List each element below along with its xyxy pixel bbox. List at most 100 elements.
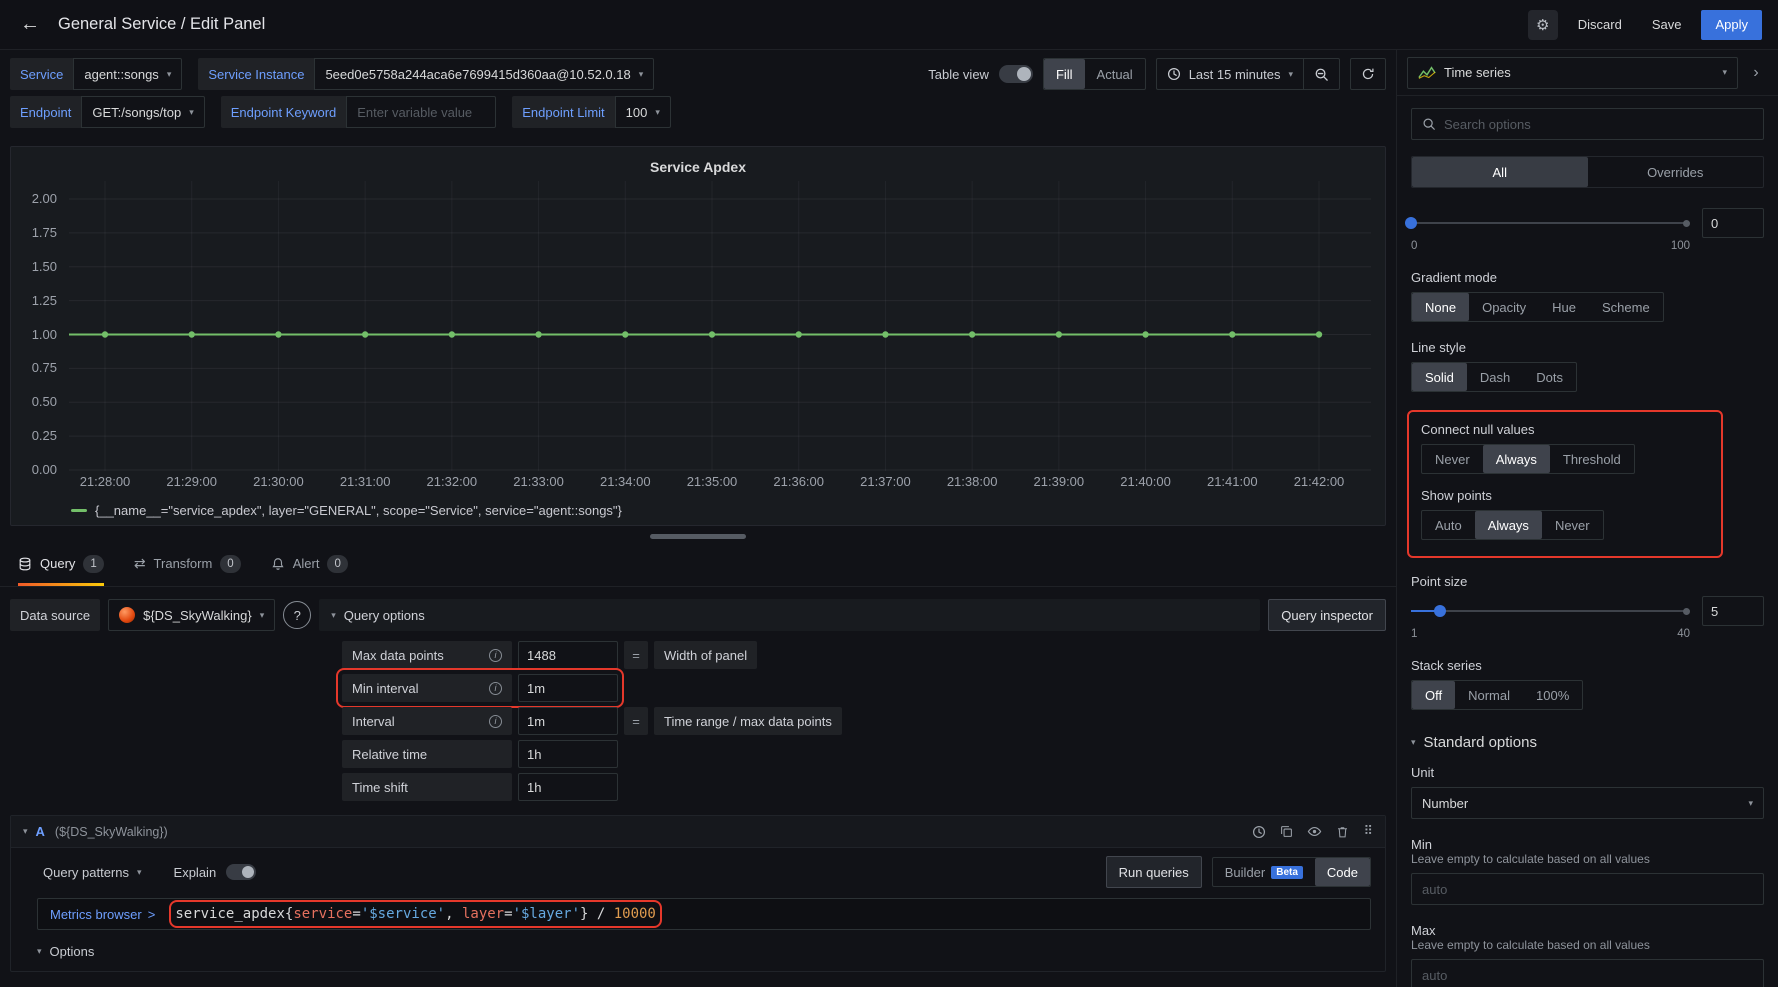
unit-select[interactable]: Number ▾	[1411, 787, 1764, 819]
chevron-right-icon: >	[148, 907, 156, 922]
points-always-option[interactable]: Always	[1475, 511, 1542, 539]
stack-off-option[interactable]: Off	[1412, 681, 1455, 709]
endp​oint-limit-picker[interactable]: 100 ▾	[615, 96, 671, 128]
query-options-collapse[interactable]: ▾ Options	[37, 944, 1371, 959]
fill-option[interactable]: Fill	[1044, 59, 1085, 89]
table-view-toggle[interactable]	[999, 65, 1033, 83]
slider-handle[interactable]	[1434, 605, 1446, 617]
explain-toggle[interactable]	[226, 864, 256, 880]
x-tick-label: 21:31:00	[320, 474, 410, 489]
gradient-none-option[interactable]: None	[1412, 293, 1469, 321]
collapse-options-button[interactable]: ›	[1744, 64, 1768, 82]
point-size-value-input[interactable]	[1702, 596, 1764, 626]
connect-never-option[interactable]: Never	[1422, 445, 1483, 473]
equals-sign: =	[624, 707, 648, 735]
tab-transform-label: Transform	[154, 556, 213, 571]
data-point	[796, 331, 802, 337]
service-variable-picker[interactable]: agent::songs ▾	[73, 58, 182, 90]
data-point	[1056, 331, 1062, 337]
edit-panel-main: Service agent::songs ▾ Service Instance …	[0, 50, 1396, 987]
panel-settings-button[interactable]: ⚙	[1528, 10, 1558, 40]
tab-transform[interactable]: ⇄ Transform 0	[134, 541, 241, 586]
line-dash-option[interactable]: Dash	[1467, 363, 1523, 391]
data-source-value: ${DS_SkyWalking}	[143, 608, 252, 623]
actual-option[interactable]: Actual	[1085, 59, 1145, 89]
panel-resize-handle[interactable]	[650, 534, 746, 539]
max-input[interactable]	[1411, 959, 1764, 987]
data-source-help-button[interactable]: ?	[283, 601, 311, 629]
interval-input[interactable]	[518, 707, 618, 735]
query-expression[interactable]: service_apdex{service='$service', layer=…	[175, 906, 656, 922]
points-never-option[interactable]: Never	[1542, 511, 1603, 539]
service-instance-variable-value: 5eed0e5758a244aca6e7699415d360aa@10.52.0…	[325, 67, 630, 82]
time-shift-input[interactable]	[518, 773, 618, 801]
apply-button[interactable]: Apply	[1701, 10, 1762, 40]
gradient-hue-option[interactable]: Hue	[1539, 293, 1589, 321]
drag-query-handle[interactable]: ⠿	[1363, 824, 1373, 839]
connect-threshold-option[interactable]: Threshold	[1550, 445, 1634, 473]
slider-end-dot	[1683, 608, 1690, 615]
connect-always-option[interactable]: Always	[1483, 445, 1550, 473]
metrics-browser-button[interactable]: Metrics browser >	[38, 899, 167, 929]
points-auto-option[interactable]: Auto	[1422, 511, 1475, 539]
min-input[interactable]	[1411, 873, 1764, 905]
zoom-out-button[interactable]	[1303, 58, 1340, 90]
gradient-mode-field: Gradient mode None Opacity Hue Scheme	[1411, 270, 1764, 322]
legend-series-label[interactable]: {__name__="service_apdex", layer="GENERA…	[95, 503, 622, 518]
run-queries-button[interactable]: Run queries	[1106, 856, 1202, 888]
service-instance-variable-picker[interactable]: 5eed0e5758a244aca6e7699415d360aa@10.52.0…	[314, 58, 654, 90]
options-search-input[interactable]	[1444, 117, 1753, 132]
info-icon[interactable]: i	[489, 715, 502, 728]
data-source-picker[interactable]: ${DS_SkyWalking} ▾	[108, 599, 275, 631]
x-tick-label: 21:40:00	[1101, 474, 1191, 489]
info-icon[interactable]: i	[489, 682, 502, 695]
point-size-slider[interactable]	[1411, 601, 1690, 621]
service-variable: Service agent::songs ▾	[10, 58, 182, 90]
query-row-header[interactable]: ▾ A (${DS_SkyWalking})	[11, 816, 1385, 848]
endpoint-keyword-input[interactable]	[346, 96, 496, 128]
fill-opacity-slider[interactable]	[1411, 213, 1690, 233]
chevron-down-icon[interactable]: ▾	[23, 827, 28, 836]
visualization-picker[interactable]: Time series ▾	[1407, 57, 1738, 89]
back-button[interactable]: ←	[16, 13, 44, 36]
info-icon[interactable]: i	[489, 649, 502, 662]
query-inspector-button[interactable]: Query inspector	[1268, 599, 1386, 631]
refresh-button[interactable]	[1350, 58, 1386, 90]
relative-time-input[interactable]	[518, 740, 618, 768]
max-data-points-input[interactable]	[518, 641, 618, 669]
standard-options-section[interactable]: ▾ Standard options	[1411, 734, 1764, 751]
stack-100-option[interactable]: 100%	[1523, 681, 1582, 709]
data-point	[622, 331, 628, 337]
discard-button[interactable]: Discard	[1568, 10, 1632, 40]
x-tick-label: 21:33:00	[494, 474, 584, 489]
tab-query[interactable]: Query 1	[18, 541, 104, 586]
query-history-button[interactable]	[1252, 825, 1266, 839]
tab-transform-count: 0	[220, 555, 240, 573]
code-mode-option[interactable]: Code	[1315, 858, 1370, 886]
toggle-query-visibility-button[interactable]	[1307, 824, 1322, 839]
remove-query-button[interactable]	[1336, 825, 1349, 839]
duplicate-query-button[interactable]	[1280, 825, 1293, 838]
gradient-scheme-option[interactable]: Scheme	[1589, 293, 1663, 321]
endpoint-variable-picker[interactable]: GET:/songs/top ▾	[81, 96, 204, 128]
tab-alert[interactable]: Alert 0	[271, 541, 348, 586]
query-patterns-dropdown[interactable]: Query patterns ▾	[37, 858, 148, 886]
explain-label: Explain	[174, 865, 217, 880]
slider-handle[interactable]	[1405, 217, 1417, 229]
line-solid-option[interactable]: Solid	[1412, 363, 1467, 391]
y-tick-label: 1.75	[32, 225, 57, 240]
query-options-toggle[interactable]: ▾ Query options	[319, 599, 1260, 631]
chart-plot-area[interactable]	[69, 181, 1371, 471]
fill-opacity-value-input[interactable]	[1702, 208, 1764, 238]
min-interval-input[interactable]	[518, 674, 618, 702]
chevron-down-icon: ▾	[1722, 68, 1727, 77]
gradient-opacity-option[interactable]: Opacity	[1469, 293, 1539, 321]
save-button[interactable]: Save	[1642, 10, 1692, 40]
tab-overrides[interactable]: Overrides	[1588, 157, 1764, 187]
tab-all[interactable]: All	[1412, 157, 1588, 187]
line-dots-option[interactable]: Dots	[1523, 363, 1576, 391]
time-range-picker[interactable]: Last 15 minutes ▾	[1156, 58, 1303, 90]
endpoint-limit-label: Endpoint Limit	[512, 96, 614, 128]
builder-mode-option[interactable]: Builder Beta	[1213, 858, 1315, 886]
stack-normal-option[interactable]: Normal	[1455, 681, 1523, 709]
